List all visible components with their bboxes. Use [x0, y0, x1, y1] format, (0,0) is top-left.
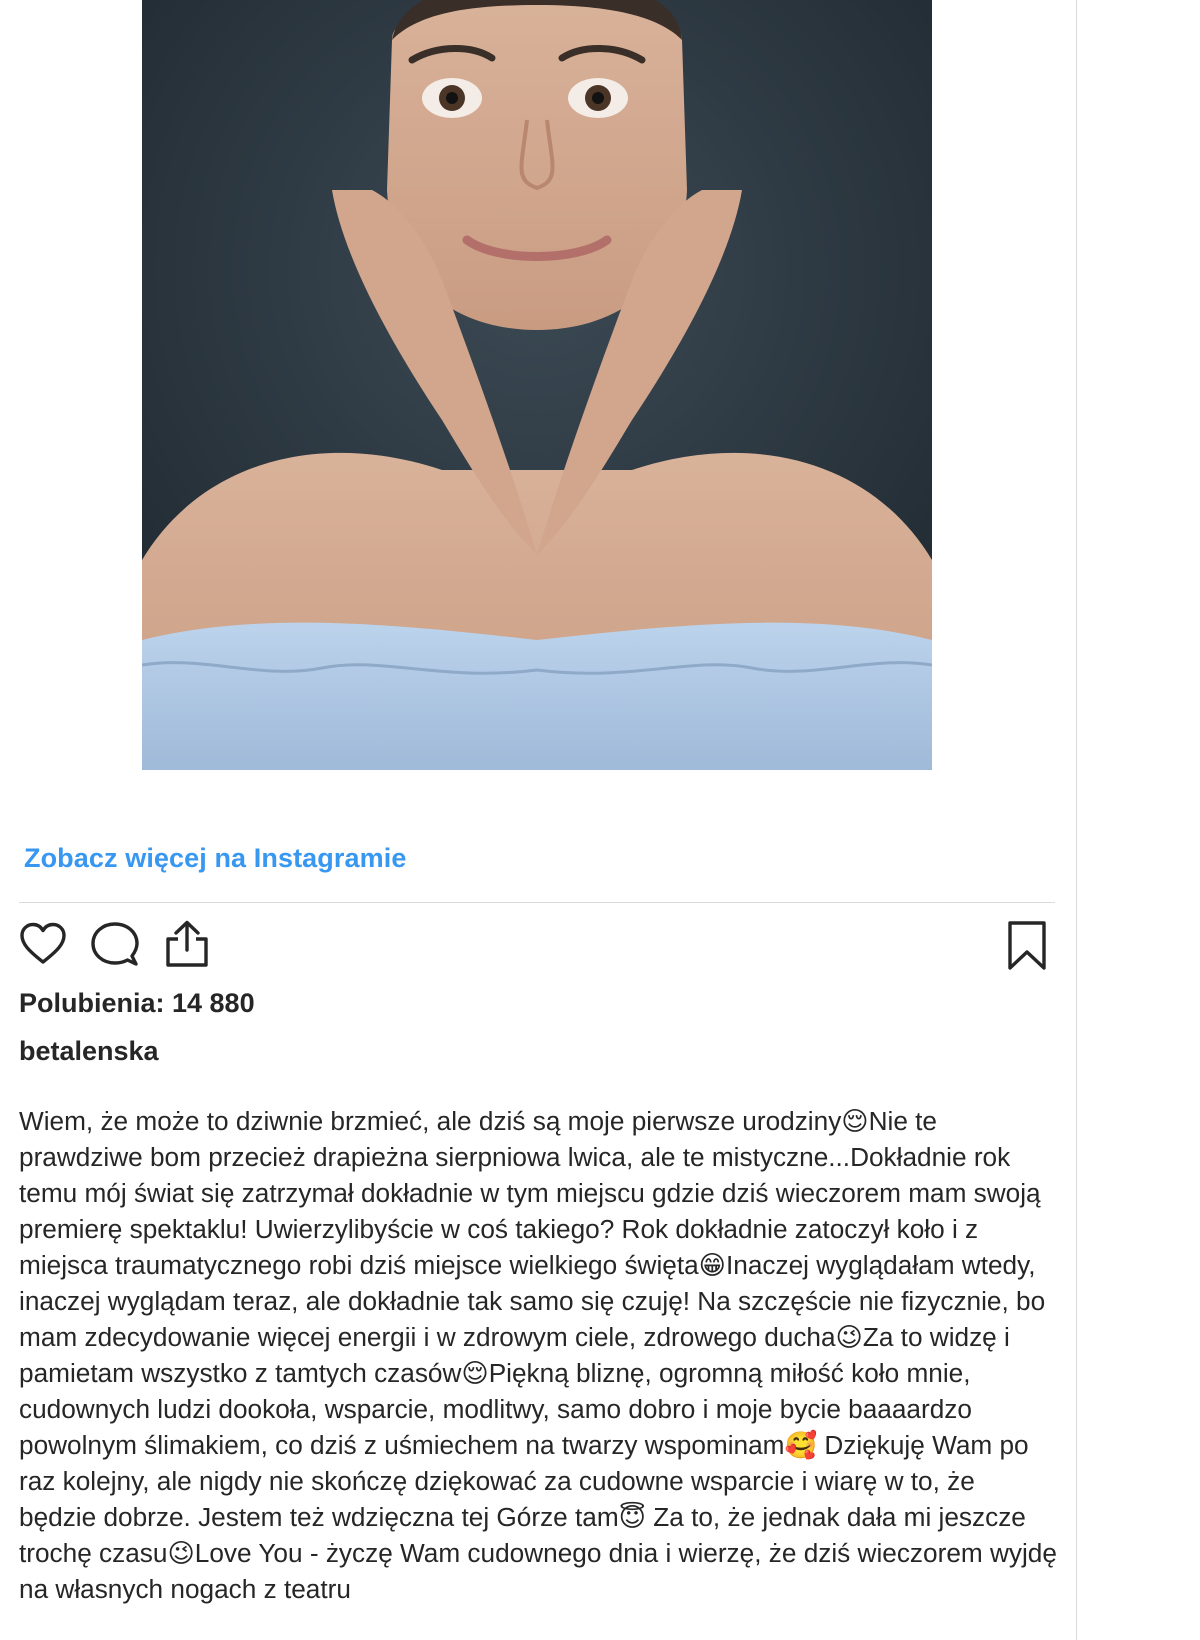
bookmark-icon[interactable] [1003, 920, 1055, 972]
share-icon[interactable] [163, 920, 215, 972]
post-photo-illustration [142, 0, 932, 770]
post-photo[interactable] [142, 0, 932, 770]
instagram-embed: Zobacz więcej na Instagramie Polubienia:… [0, 0, 1077, 1640]
comment-bubble-icon[interactable] [91, 920, 143, 972]
action-bar [19, 920, 1055, 972]
heart-icon[interactable] [19, 920, 71, 972]
post-caption: Wiem, że może to dziwnie brzmieć, ale dz… [19, 1106, 1057, 1604]
divider [19, 902, 1055, 903]
likes-count: Polubienia: 14 880 [19, 988, 255, 1018]
see-more-on-instagram-link[interactable]: Zobacz więcej na Instagramie [24, 843, 406, 874]
username-link[interactable]: betalenska [19, 1036, 159, 1067]
